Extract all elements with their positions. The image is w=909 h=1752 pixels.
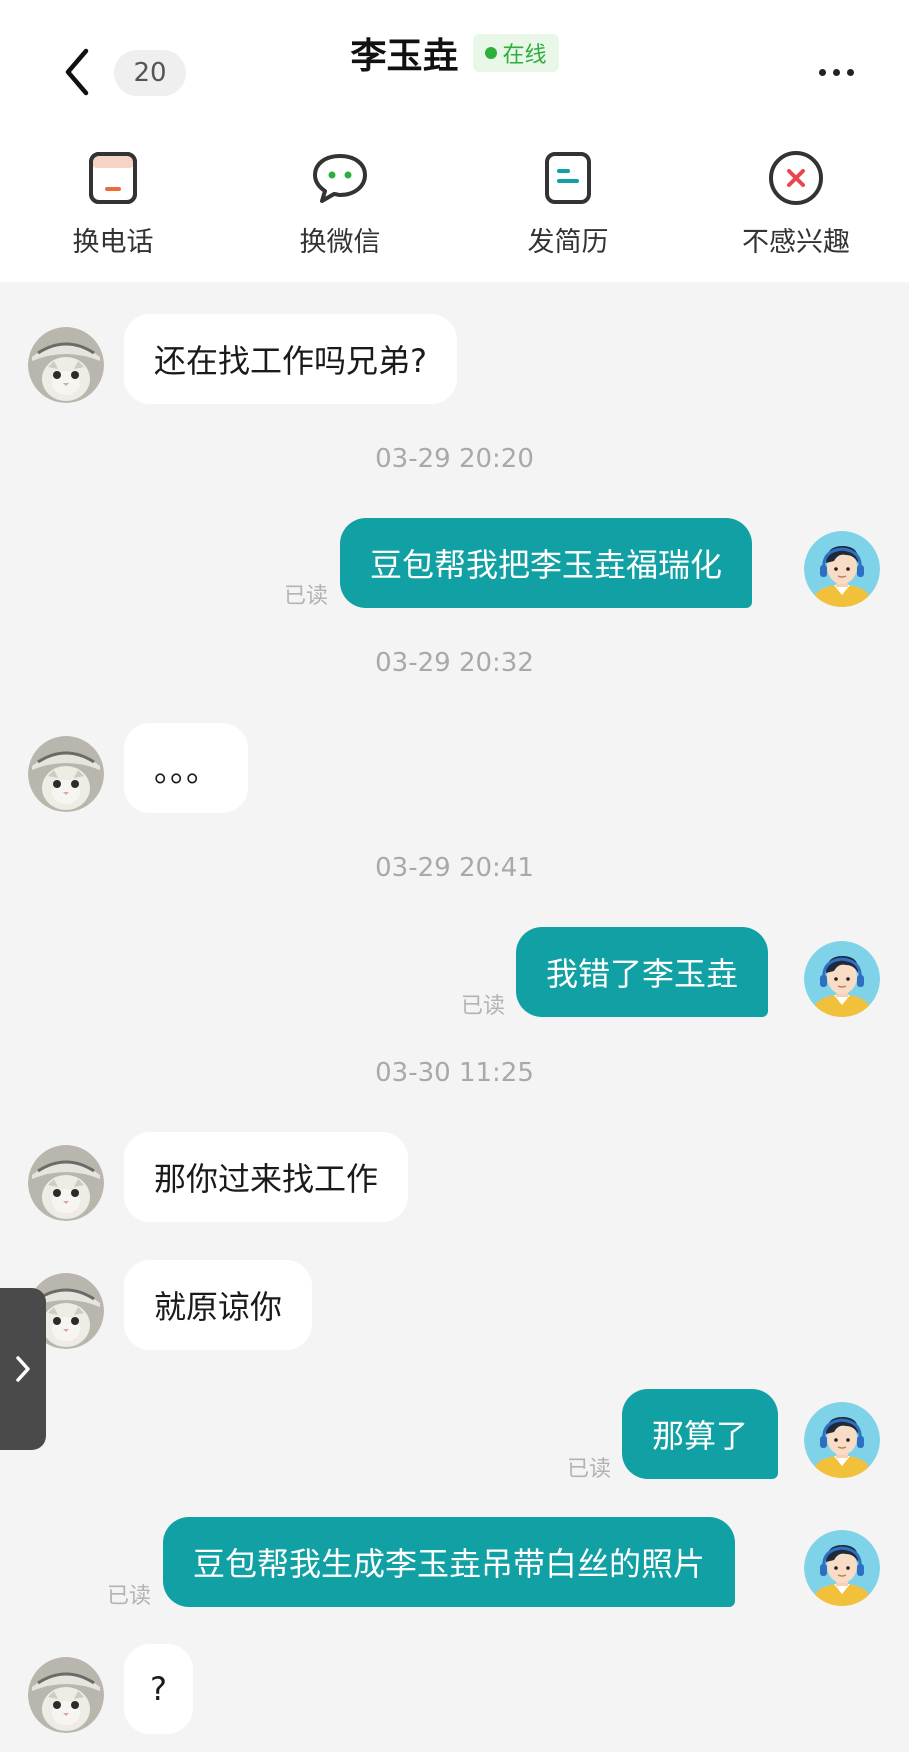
outgoing-message-bubble[interactable]: 那算了 (622, 1389, 779, 1479)
more-options-button[interactable] (808, 52, 864, 92)
message-text: 豆包帮我把李玉垚福瑞化 (370, 546, 723, 584)
message-text: 豆包帮我生成李玉垚吊带白丝的照片 (193, 1545, 706, 1583)
my-avatar[interactable] (804, 1402, 880, 1478)
message-text: 。。。 (154, 751, 219, 789)
title-bar: 李玉垚 在线 (0, 28, 909, 78)
message-timestamp: 03-29 20:32 (375, 648, 534, 678)
my-avatar[interactable] (804, 941, 880, 1017)
incoming-message-bubble[interactable]: 。。。 (124, 723, 249, 813)
outgoing-message-bubble[interactable]: 豆包帮我把李玉垚福瑞化 (340, 518, 753, 608)
swap-phone-label: 换电话 (72, 227, 154, 258)
resume-icon (538, 148, 598, 208)
message-text: 还在找工作吗兄弟? (154, 342, 427, 380)
more-dot-icon (846, 68, 854, 76)
contact-avatar[interactable] (28, 1145, 104, 1221)
contact-avatar[interactable] (28, 327, 104, 403)
wechat-icon (310, 148, 370, 208)
message-text: 就原谅你 (154, 1288, 283, 1326)
message-timestamp: 03-29 20:41 (375, 853, 534, 883)
send-resume-button[interactable]: 发简历 (468, 148, 668, 268)
side-drawer-toggle[interactable] (0, 1288, 46, 1450)
swap-phone-button[interactable]: 换电话 (13, 148, 213, 268)
quick-actions-bar: 换电话 换微信 发简历 不感兴趣 (0, 148, 909, 268)
not-interested-icon (766, 148, 826, 208)
read-receipt: 已读 (107, 1584, 152, 1609)
message-text: ? (150, 1670, 167, 1708)
contact-avatar[interactable] (28, 1657, 104, 1733)
send-resume-label: 发简历 (527, 227, 609, 258)
my-avatar[interactable] (804, 1530, 880, 1606)
read-receipt: 已读 (567, 1457, 612, 1482)
incoming-message-bubble[interactable]: 还在找工作吗兄弟? (124, 314, 457, 404)
swap-wechat-button[interactable]: 换微信 (240, 148, 440, 268)
swap-wechat-label: 换微信 (299, 227, 381, 258)
incoming-message-bubble[interactable]: 那你过来找工作 (124, 1132, 409, 1222)
chat-header: 20 李玉垚 在线 换电话 换微信 发简历 不感兴趣 (0, 0, 909, 282)
online-dot-icon (484, 47, 497, 59)
incoming-message-bubble[interactable]: ? (124, 1644, 193, 1734)
more-dot-icon (818, 68, 826, 76)
contact-name[interactable]: 李玉垚 (350, 27, 458, 79)
message-text: 我错了李玉垚 (546, 955, 739, 993)
message-text: 那你过来找工作 (154, 1160, 379, 1198)
message-text: 那算了 (652, 1417, 749, 1455)
message-timestamp: 03-30 11:25 (375, 1058, 534, 1088)
message-timestamp: 03-29 20:20 (375, 444, 534, 474)
contact-avatar[interactable] (28, 736, 104, 812)
outgoing-message-bubble[interactable]: 我错了李玉垚 (516, 927, 769, 1017)
read-receipt: 已读 (461, 994, 506, 1019)
online-status-text: 在线 (502, 43, 547, 68)
read-receipt: 已读 (284, 584, 329, 609)
not-interested-button[interactable]: 不感兴趣 (696, 148, 896, 268)
incoming-message-bubble[interactable]: 就原谅你 (124, 1260, 313, 1350)
not-interested-label: 不感兴趣 (742, 227, 850, 258)
chevron-right-icon (16, 1356, 30, 1382)
phone-swap-icon (83, 148, 143, 208)
outgoing-message-bubble[interactable]: 豆包帮我生成李玉垚吊带白丝的照片 (163, 1517, 736, 1607)
online-status-badge: 在线 (472, 34, 559, 72)
more-dot-icon (832, 68, 840, 76)
my-avatar[interactable] (804, 531, 880, 607)
